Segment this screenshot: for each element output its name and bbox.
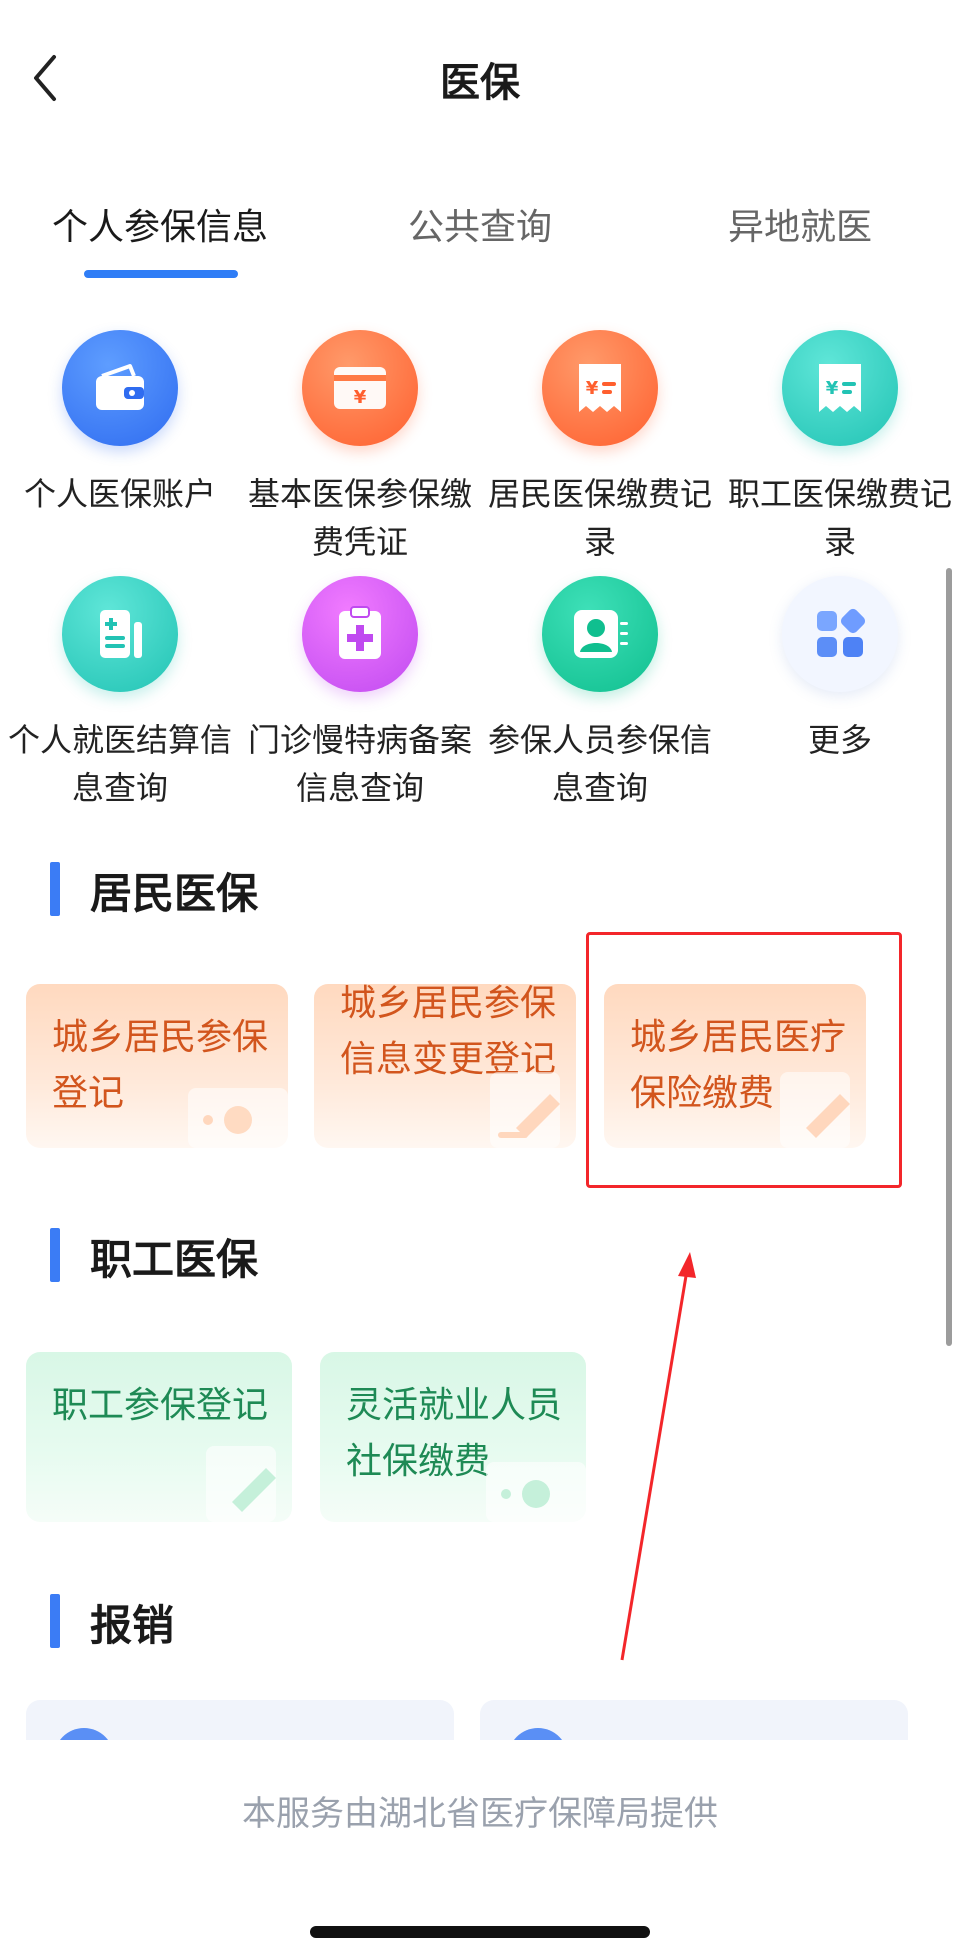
svg-text:¥: ¥	[586, 378, 599, 399]
money-icon	[486, 1462, 586, 1522]
tab-remote-medical[interactable]: 异地就医	[640, 198, 960, 250]
tab-personal-insurance[interactable]: 个人参保信息	[0, 198, 320, 250]
grid-item-personal-account[interactable]: 个人医保账户	[0, 330, 240, 518]
section-title-reimburse: 报销	[90, 1601, 175, 1650]
section-title-employee: 职工医保	[90, 1235, 259, 1284]
section-accent-bar	[50, 862, 60, 916]
section-title-resident: 居民医保	[90, 869, 259, 918]
card-employee-registration[interactable]: 职工参保登记	[26, 1352, 292, 1522]
grid-item-employee-payment-record[interactable]: ¥ 职工医保缴费记录	[720, 330, 960, 566]
card-resident-registration[interactable]: 城乡居民参保登记	[26, 984, 288, 1148]
wallet-icon	[62, 330, 178, 446]
page-title: 医保	[440, 60, 520, 106]
svg-text:¥: ¥	[826, 378, 839, 399]
receipt-icon: ¥	[782, 330, 898, 446]
card-resident-info-change[interactable]: 城乡居民参保信息变更登记	[314, 984, 576, 1148]
grid-item-more[interactable]: 更多	[720, 576, 960, 764]
grid-item-label: 个人医保账户	[23, 475, 216, 513]
grid-item-label: 居民医保缴费记录	[487, 475, 712, 561]
footer	[0, 1740, 960, 1954]
grid-item-label: 基本医保参保缴费凭证	[247, 475, 472, 561]
grid-item-payment-voucher[interactable]: ¥ 基本医保参保缴费凭证	[240, 330, 480, 566]
grid-item-label: 门诊慢特病备案信息查询	[247, 721, 472, 807]
grid-item-settlement-query[interactable]: 个人就医结算信息查询	[0, 576, 240, 812]
card-flexible-employment-payment[interactable]: 灵活就业人员社保缴费	[320, 1352, 586, 1522]
grid-item-insured-info-query[interactable]: 参保人员参保信息查询	[480, 576, 720, 812]
grid-more-icon	[782, 576, 898, 692]
money-icon	[188, 1088, 288, 1148]
grid-item-label: 个人就医结算信息查询	[7, 721, 232, 807]
grid-item-label: 职工医保缴费记录	[727, 475, 952, 561]
active-tab-indicator	[84, 270, 238, 278]
tab-public-query[interactable]: 公共查询	[320, 198, 640, 250]
home-indicator[interactable]	[310, 1926, 650, 1938]
grid-item-resident-payment-record[interactable]: ¥ 居民医保缴费记录	[480, 330, 720, 566]
card-icon: ¥	[302, 330, 418, 446]
svg-text:¥: ¥	[354, 387, 367, 408]
annotation-arrow	[620, 1252, 696, 1661]
document-icon	[62, 576, 178, 692]
section-accent-bar	[50, 1228, 60, 1282]
medical-cross-icon	[302, 576, 418, 692]
footer-text: 本服务由湖北省医疗保障局提供	[242, 1794, 718, 1834]
edit-doc-icon	[490, 1072, 560, 1148]
card-label: 职工参保登记	[52, 1385, 269, 1426]
grid-item-chronic-disease-query[interactable]: 门诊慢特病备案信息查询	[240, 576, 480, 812]
grid-item-label: 参保人员参保信息查询	[487, 721, 712, 807]
person-icon	[542, 576, 658, 692]
highlight-annotation-box	[586, 932, 902, 1188]
grid-item-label: 更多	[807, 721, 872, 759]
receipt-icon: ¥	[542, 330, 658, 446]
section-accent-bar	[50, 1594, 60, 1648]
scrollbar[interactable]	[946, 568, 952, 1346]
edit-doc-icon	[206, 1446, 276, 1522]
